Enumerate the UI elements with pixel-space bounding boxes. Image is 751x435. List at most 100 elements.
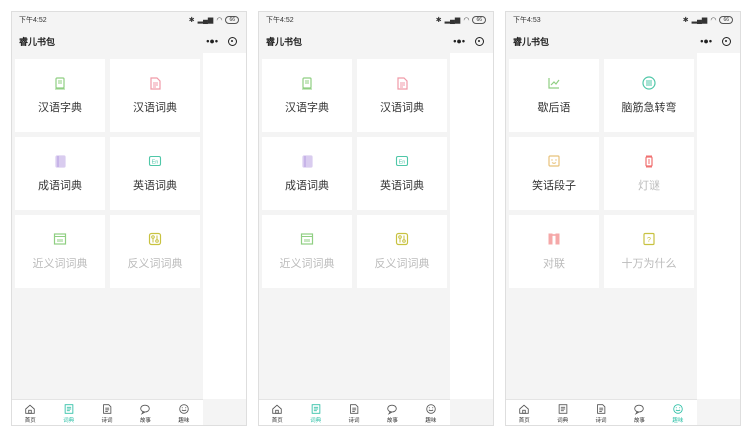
en-icon: En xyxy=(395,154,409,168)
more-icon[interactable]: •●• xyxy=(206,36,218,46)
bluetooth-icon: ✱ xyxy=(188,17,195,24)
svg-text:En: En xyxy=(399,160,406,166)
battery-level: 66 xyxy=(472,16,486,24)
fun-icon xyxy=(178,403,190,415)
app-title: 睿儿书包 xyxy=(266,36,303,47)
feature-tile[interactable]: 脑筋急转弯 xyxy=(604,59,694,132)
feature-tile[interactable]: En 英语词典 xyxy=(357,137,447,210)
feature-tile[interactable]: 笑话段子 xyxy=(509,137,599,210)
status-bar: 下午4:52 ✱ ▂▄▆ ◠ 66 xyxy=(11,11,247,29)
couplet-icon xyxy=(547,232,561,246)
book-icon xyxy=(300,76,314,90)
tab-label: 诗词 xyxy=(595,417,607,424)
app-title: 睿儿书包 xyxy=(513,36,550,47)
antonym-icon xyxy=(148,232,162,246)
fun-icon xyxy=(425,403,437,415)
tab-label: 首页 xyxy=(24,417,36,424)
tab-fun[interactable]: 趣味 xyxy=(659,400,697,426)
tab-home[interactable]: 首页 xyxy=(505,400,543,426)
app-title: 睿儿书包 xyxy=(19,36,56,47)
wifi-icon: ◠ xyxy=(463,17,470,24)
tab-home[interactable]: 首页 xyxy=(258,400,296,426)
tab-poem[interactable]: 诗词 xyxy=(88,400,126,426)
status-icons: ✱ ▂▄▆ ◠ 66 xyxy=(683,16,733,24)
feature-tile[interactable]: 汉语词典 xyxy=(110,59,200,132)
right-strip xyxy=(450,53,494,399)
close-target-icon[interactable] xyxy=(228,36,237,46)
tab-label: 词典 xyxy=(310,417,322,424)
tab-label: 趣味 xyxy=(672,417,684,424)
dictionary-icon xyxy=(310,403,322,415)
wifi-icon: ◠ xyxy=(710,17,717,24)
feature-tile-label: 成语词典 xyxy=(285,180,329,192)
tab-home[interactable]: 首页 xyxy=(11,400,49,426)
tab-bar: 首页 词典 诗词 故事 趣味 xyxy=(505,399,697,426)
document-icon xyxy=(395,76,409,90)
status-bar: 下午4:53 ✱ ▂▄▆ ◠ 66 xyxy=(505,11,741,29)
mini-program-capsule: •●• xyxy=(206,36,239,46)
feature-tile[interactable]: 成语词典 xyxy=(15,137,105,210)
feature-tile[interactable]: 汉语词典 xyxy=(357,59,447,132)
feature-tile-label: 笑话段子 xyxy=(532,180,576,192)
tab-label: 诗词 xyxy=(348,417,360,424)
feature-tile[interactable]: 汉语字典 xyxy=(15,59,105,132)
feature-tile[interactable]: 近义词词典 xyxy=(262,215,352,288)
chart-icon xyxy=(547,76,561,90)
dictionary-icon xyxy=(63,403,75,415)
feature-tile[interactable]: En 英语词典 xyxy=(110,137,200,210)
feature-tile-label: 近义词词典 xyxy=(32,258,88,270)
question-icon: ? xyxy=(642,232,656,246)
more-icon[interactable]: •●• xyxy=(700,36,712,46)
feature-tile-label: 汉语词典 xyxy=(380,102,424,114)
notebook-icon xyxy=(300,154,314,168)
feature-tile[interactable]: 对联 xyxy=(509,215,599,288)
poem-icon xyxy=(101,403,113,415)
feature-grid: 歇后语 脑筋急转弯 笑话段子 灯谜 对联 ? 十万为什么 xyxy=(509,59,697,288)
home-icon xyxy=(518,403,530,415)
feature-tile[interactable]: 反义词词典 xyxy=(110,215,200,288)
feature-tile-label: 英语词典 xyxy=(380,180,424,192)
close-target-icon[interactable] xyxy=(722,36,731,46)
tab-dictionary[interactable]: 词典 xyxy=(49,400,87,426)
tab-story[interactable]: 故事 xyxy=(373,400,411,426)
wifi-icon: ◠ xyxy=(216,17,223,24)
feature-tile-label: 汉语词典 xyxy=(133,102,177,114)
tab-poem[interactable]: 诗词 xyxy=(335,400,373,426)
fun-icon xyxy=(672,403,684,415)
dictionary-icon xyxy=(557,403,569,415)
feature-tile[interactable]: 歇后语 xyxy=(509,59,599,132)
synonym-icon xyxy=(300,232,314,246)
feature-tile[interactable]: ? 十万为什么 xyxy=(604,215,694,288)
feature-tile-label: 英语词典 xyxy=(133,180,177,192)
tab-story[interactable]: 故事 xyxy=(620,400,658,426)
feature-tile[interactable]: 成语词典 xyxy=(262,137,352,210)
status-time: 下午4:52 xyxy=(19,17,47,24)
story-icon xyxy=(386,403,398,415)
close-target-icon[interactable] xyxy=(475,36,484,46)
feature-tile[interactable]: 灯谜 xyxy=(604,137,694,210)
tab-dictionary[interactable]: 词典 xyxy=(543,400,581,426)
feature-tile-label: 脑筋急转弯 xyxy=(621,102,677,114)
status-icons: ✱ ▂▄▆ ◠ 66 xyxy=(189,16,239,24)
feature-grid: 汉语字典 汉语词典 成语词典 En 英语词典 近义词词典 反义词词典 xyxy=(15,59,203,288)
feature-tile[interactable]: 近义词词典 xyxy=(15,215,105,288)
tab-dictionary[interactable]: 词典 xyxy=(296,400,334,426)
notebook-icon xyxy=(53,154,67,168)
smile-icon xyxy=(547,154,561,168)
feature-tile[interactable]: 反义词词典 xyxy=(357,215,447,288)
story-icon xyxy=(633,403,645,415)
right-strip xyxy=(203,53,247,399)
tab-poem[interactable]: 诗词 xyxy=(582,400,620,426)
tab-fun[interactable]: 趣味 xyxy=(412,400,450,426)
more-icon[interactable]: •●• xyxy=(453,36,465,46)
tab-fun[interactable]: 趣味 xyxy=(165,400,203,426)
tab-label: 趣味 xyxy=(178,417,190,424)
tab-label: 故事 xyxy=(139,417,151,424)
tab-label: 词典 xyxy=(63,417,75,424)
status-bar: 下午4:52 ✱ ▂▄▆ ◠ 66 xyxy=(258,11,494,29)
feature-tile-label: 成语词典 xyxy=(38,180,82,192)
tab-story[interactable]: 故事 xyxy=(126,400,164,426)
feature-tile[interactable]: 汉语字典 xyxy=(262,59,352,132)
battery-level: 66 xyxy=(719,16,733,24)
feature-tile-label: 反义词词典 xyxy=(127,258,183,270)
